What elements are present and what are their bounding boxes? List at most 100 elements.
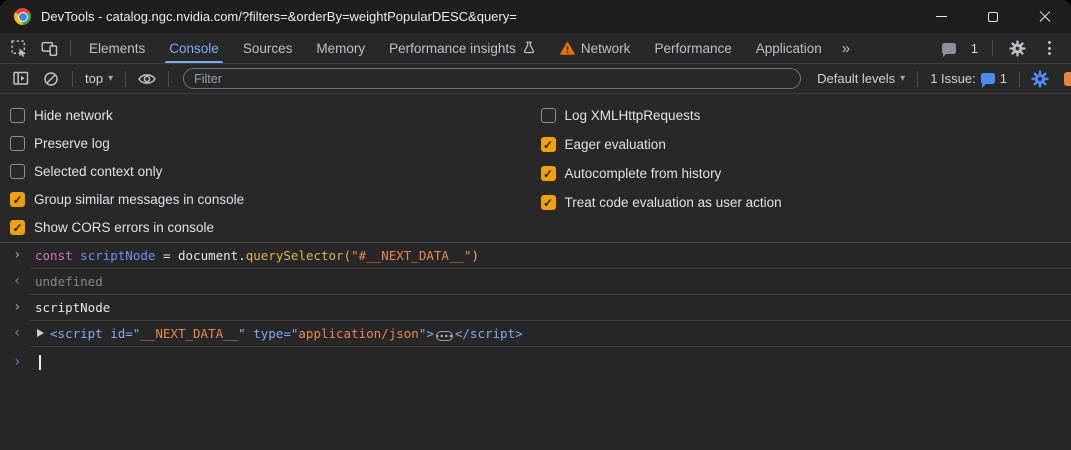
token-function: querySelector — [246, 248, 344, 263]
token-paren: ) — [472, 248, 480, 263]
message-bubble-icon — [942, 43, 956, 54]
titlebar: DevTools - catalog.ngc.nvidia.com/?filte… — [0, 0, 1071, 33]
token-operator: = — [155, 248, 178, 263]
gear-icon — [1009, 40, 1026, 57]
text-cursor — [39, 355, 41, 370]
maximize-button[interactable] — [967, 0, 1019, 33]
console-settings-panel: Hide network Preserve log Selected conte… — [0, 94, 1071, 243]
log-levels-selector[interactable]: Default levels ▾ — [811, 71, 911, 86]
tab-label: Sources — [243, 41, 293, 56]
token-string: "#__NEXT_DATA__" — [351, 248, 471, 263]
context-selector[interactable]: top ▾ — [79, 71, 119, 86]
token-tag: <script — [50, 326, 110, 341]
console-input-entry: › const scriptNode = document.querySelec… — [0, 243, 1071, 268]
inspect-cursor-icon — [11, 40, 28, 57]
maximize-icon — [988, 12, 998, 22]
checkbox-treat-code-eval[interactable]: Treat code evaluation as user action — [541, 188, 1071, 217]
checkbox[interactable] — [541, 195, 556, 210]
checkbox[interactable] — [541, 166, 556, 181]
tab-label: Elements — [89, 41, 145, 56]
expand-inline-ellipsis-button[interactable] — [436, 331, 453, 341]
issues-counter[interactable]: 1 Issue: 1 — [924, 71, 1013, 86]
checkbox[interactable] — [541, 108, 556, 123]
live-expression-button[interactable] — [132, 72, 162, 86]
device-toolbar-icon — [41, 40, 58, 57]
settings-right-column: Log XMLHttpRequests Eager evaluation Aut… — [541, 101, 1071, 242]
token-tag: </script> — [455, 326, 523, 341]
device-toolbar-button[interactable] — [34, 33, 64, 63]
console-input-entry: › scriptNode — [0, 295, 1071, 320]
console-result-entry: ‹ undefined — [0, 269, 1071, 294]
token-tag: "> — [419, 326, 434, 341]
checkbox-show-cors-errors[interactable]: Show CORS errors in console — [10, 214, 541, 242]
checkbox-label: Selected context only — [34, 164, 162, 179]
checkbox-label: Autocomplete from history — [565, 166, 722, 181]
clear-console-button[interactable] — [36, 71, 66, 87]
console-toolbar: top ▾ Default levels ▾ 1 Issue: 1 — [0, 64, 1071, 94]
close-button[interactable] — [1019, 0, 1071, 33]
tab-label: Network — [581, 41, 631, 56]
dom-node-preview: <script id="__NEXT_DATA__" type="applica… — [35, 326, 523, 342]
divider — [1019, 71, 1020, 87]
tab-elements[interactable]: Elements — [77, 33, 157, 63]
console-settings-button[interactable] — [1026, 66, 1054, 92]
more-panels-button[interactable]: » — [834, 33, 858, 63]
window-title: DevTools - catalog.ngc.nvidia.com/?filte… — [41, 9, 517, 24]
checkbox[interactable] — [541, 137, 556, 152]
checkbox[interactable] — [10, 136, 25, 151]
tab-sources[interactable]: Sources — [231, 33, 305, 63]
checkbox-log-xmlhttprequests[interactable]: Log XMLHttpRequests — [541, 101, 1071, 130]
console-prompt[interactable]: › — [0, 347, 1071, 374]
tab-performance[interactable]: Performance — [642, 33, 743, 63]
tab-network[interactable]: Network — [548, 33, 643, 63]
minimize-icon — [936, 16, 947, 17]
checkbox[interactable] — [10, 108, 25, 123]
console-messages: › const scriptNode = document.querySelec… — [0, 243, 1071, 450]
tab-label: Console — [169, 41, 219, 56]
settings-button[interactable] — [1003, 35, 1031, 61]
console-drawer-messages-button[interactable] — [935, 35, 963, 61]
chevron-down-icon: ▾ — [108, 73, 113, 84]
checkbox-hide-network[interactable]: Hide network — [10, 101, 541, 129]
checkbox-preserve-log[interactable]: Preserve log — [10, 129, 541, 157]
filter-input[interactable] — [183, 68, 801, 89]
console-input-chevron-icon: › — [13, 248, 35, 263]
tab-label: Application — [756, 41, 822, 56]
console-result-value: undefined — [35, 274, 103, 290]
issues-count: 1 — [1000, 71, 1007, 86]
close-icon — [1039, 11, 1051, 23]
checkbox-selected-context-only[interactable]: Selected context only — [10, 157, 541, 185]
checkbox-autocomplete-history[interactable]: Autocomplete from history — [541, 159, 1071, 188]
tab-console[interactable]: Console — [157, 33, 231, 63]
checkbox-label: Log XMLHttpRequests — [565, 108, 701, 123]
tab-memory[interactable]: Memory — [304, 33, 377, 63]
more-options-button[interactable] — [1035, 35, 1063, 61]
divider — [917, 71, 918, 87]
token-object: document. — [178, 248, 246, 263]
devtools-tabbar: Elements Console Sources Memory Performa… — [0, 33, 1071, 64]
context-selector-value: top — [85, 71, 103, 86]
log-levels-value: Default levels — [817, 71, 895, 86]
console-sidebar-toggle-button[interactable] — [6, 71, 36, 86]
checkbox[interactable] — [10, 164, 25, 179]
token-attribute-value: __NEXT_DATA__ — [140, 326, 238, 341]
checkbox-group-similar[interactable]: Group similar messages in console — [10, 186, 541, 214]
checkbox-label: Eager evaluation — [565, 137, 666, 152]
expand-triangle-icon[interactable] — [37, 329, 44, 337]
tab-label: Performance insights — [389, 41, 516, 56]
token-attribute-value: application/json — [298, 326, 418, 341]
checkbox-label: Group similar messages in console — [34, 192, 244, 207]
minimize-button[interactable] — [915, 0, 967, 33]
warning-icon — [560, 42, 575, 55]
inspect-element-button[interactable] — [4, 33, 34, 63]
window-controls — [915, 0, 1071, 33]
console-result-node-entry: ‹ <script id="__NEXT_DATA__" type="appli… — [0, 321, 1071, 346]
checkbox-eager-evaluation[interactable]: Eager evaluation — [541, 130, 1071, 159]
checkbox[interactable] — [10, 220, 25, 235]
clipped-icon — [1064, 72, 1071, 86]
settings-left-column: Hide network Preserve log Selected conte… — [10, 101, 541, 242]
checkbox[interactable] — [10, 192, 25, 207]
checkbox-label: Treat code evaluation as user action — [565, 195, 782, 210]
tab-performance-insights[interactable]: Performance insights — [377, 33, 548, 63]
tab-application[interactable]: Application — [744, 33, 834, 63]
